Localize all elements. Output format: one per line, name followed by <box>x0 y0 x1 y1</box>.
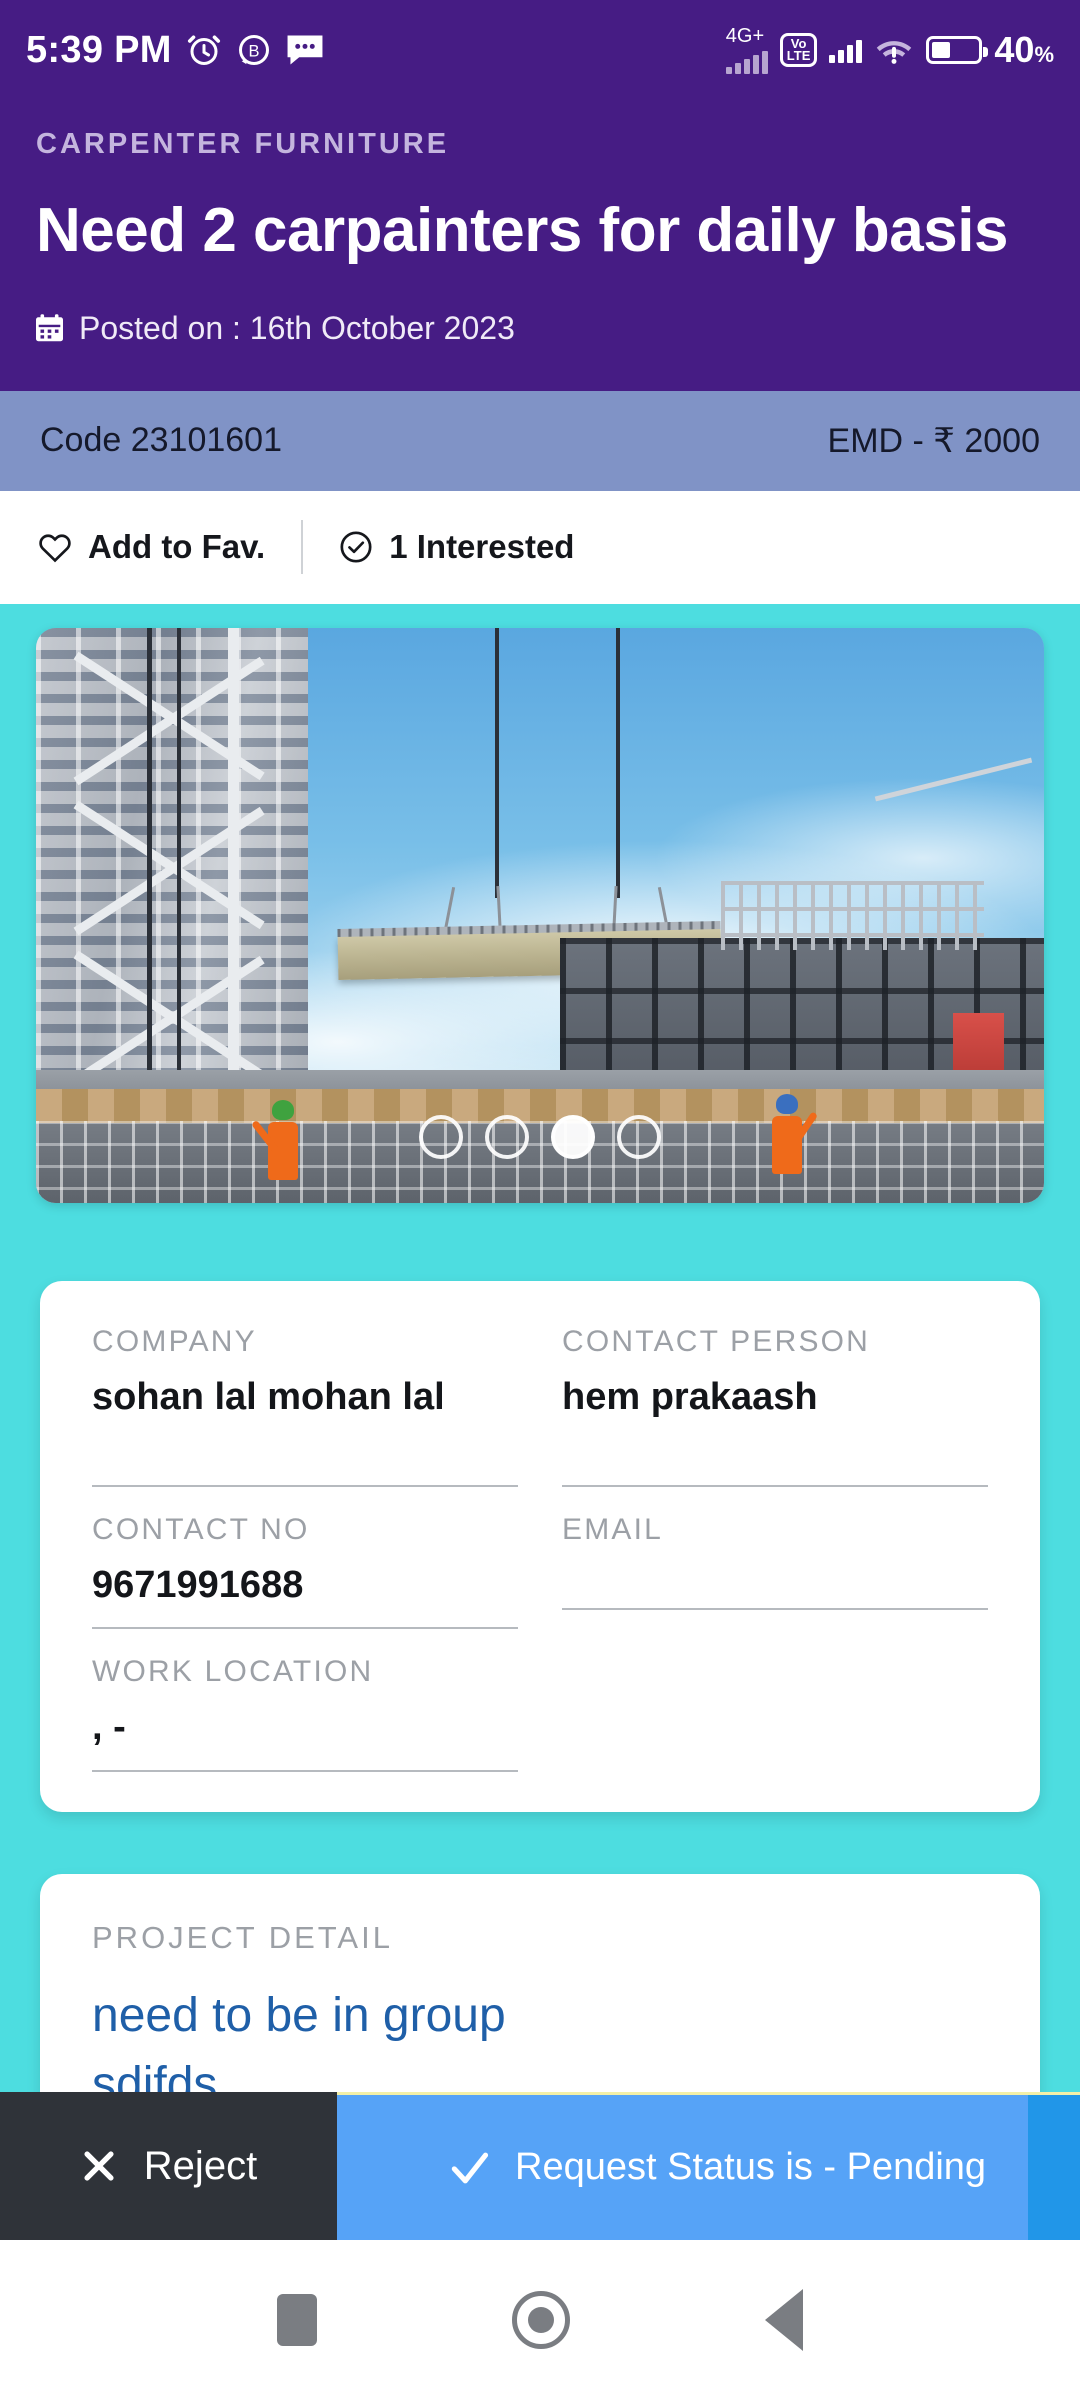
emd-amount: EMD - ₹ 2000 <box>827 421 1040 460</box>
reject-button[interactable]: Reject <box>0 2092 337 2240</box>
job-code: Code 23101601 <box>40 421 283 460</box>
svg-text:B: B <box>248 43 259 61</box>
email-field: EMAIL <box>540 1513 988 1630</box>
posted-on-row: Posted on : 16th October 2023 <box>36 310 1044 347</box>
request-status-button[interactable]: Request Status is - Pending <box>337 2092 1080 2240</box>
request-status-label: Request Status is - Pending <box>515 2146 987 2188</box>
heart-icon <box>39 534 71 563</box>
carousel-dots <box>36 1114 1044 1159</box>
triangle-back-icon[interactable] <box>764 2289 803 2351</box>
status-bar-left: 5:39 PM B <box>26 29 324 72</box>
volte-bottom: LTE <box>786 48 811 63</box>
info-row-1: COMPANY sohan lal mohan lal CONTACT PERS… <box>92 1325 988 1487</box>
contact-no-label: CONTACT NO <box>92 1512 310 1546</box>
calendar-icon <box>36 313 63 341</box>
company-field: COMPANY sohan lal mohan lal <box>92 1325 540 1487</box>
project-detail-line-1: need to be in group <box>92 1988 506 2042</box>
job-category: CARPENTER FURNITURE <box>36 128 450 160</box>
reject-label: Reject <box>143 2143 258 2188</box>
work-location-field: WORK LOCATION , - <box>92 1655 540 1772</box>
square-icon[interactable] <box>277 2294 318 2346</box>
contact-person-label: CONTACT PERSON <box>562 1324 871 1358</box>
image-carousel-wrap <box>0 604 1080 1203</box>
contact-no-value: 9671991688 <box>92 1561 518 1630</box>
bluetooth-b-icon: B <box>238 35 269 65</box>
carousel-dot[interactable] <box>617 1114 661 1159</box>
battery-icon <box>926 36 989 64</box>
network-type-label: 4G+ <box>725 25 765 47</box>
signal-bars-sim1 <box>725 48 768 74</box>
alarm-icon <box>187 35 220 65</box>
message-icon <box>287 35 323 65</box>
android-nav-bar <box>0 2240 1080 2400</box>
add-to-fav-label: Add to Fav. <box>88 528 266 566</box>
fav-interested-bar: Add to Fav. 1 Interested <box>0 490 1080 604</box>
carousel-dot[interactable] <box>419 1114 463 1159</box>
code-emd-bar: Code 23101601 EMD - ₹ 2000 <box>0 390 1080 491</box>
info-empty-cell <box>540 1655 988 1772</box>
status-bar-right: 4G+ Vo LTE 40% <box>725 25 1054 74</box>
page-title: Need 2 carpainters for daily basis <box>36 196 1008 265</box>
volte-icon: Vo LTE <box>779 33 818 67</box>
image-carousel[interactable] <box>36 627 1044 1203</box>
contact-person-value: hem prakaash <box>562 1373 988 1487</box>
status-bar: 5:39 PM B 4G+ Vo LTE 40% <box>0 0 1080 100</box>
company-label: COMPANY <box>92 1324 257 1358</box>
check-icon <box>451 2152 489 2183</box>
work-location-label: WORK LOCATION <box>92 1655 374 1689</box>
job-header: CARPENTER FURNITURE Need 2 carpainters f… <box>0 100 1080 391</box>
add-to-fav-button[interactable]: Add to Fav. <box>38 528 265 566</box>
posted-on-text: Posted on : 16th October 2023 <box>79 309 515 346</box>
status-right-edge <box>1028 2095 1080 2240</box>
info-row-3: WORK LOCATION , - <box>92 1655 988 1772</box>
carousel-dot-active[interactable] <box>551 1114 595 1159</box>
fav-divider <box>301 520 304 575</box>
project-detail-label: PROJECT DETAIL <box>92 1919 393 1955</box>
check-circle-icon <box>340 531 372 563</box>
interested-count-label: 1 Interested <box>389 528 575 566</box>
wifi-warning-icon <box>877 41 912 64</box>
status-time: 5:39 PM <box>26 28 172 71</box>
carousel-dot[interactable] <box>485 1114 529 1159</box>
info-row-2: CONTACT NO 9671991688 EMAIL <box>92 1513 988 1630</box>
bottom-action-bar: Reject Request Status is - Pending <box>0 2092 1080 2240</box>
close-x-icon <box>84 2151 114 2181</box>
circle-icon[interactable] <box>511 2291 570 2349</box>
phone-screen: 5:39 PM B 4G+ Vo LTE 40% CARPENTER FURNI… <box>0 0 1080 2400</box>
interested-button[interactable]: 1 Interested <box>339 528 574 566</box>
contact-person-field: CONTACT PERSON hem prakaash <box>540 1325 988 1487</box>
email-label: EMAIL <box>562 1512 664 1546</box>
contact-no-field: CONTACT NO 9671991688 <box>92 1513 540 1630</box>
company-value: sohan lal mohan lal <box>92 1373 518 1487</box>
contact-info-card: COMPANY sohan lal mohan lal CONTACT PERS… <box>40 1280 1040 1812</box>
battery-percent: 40% <box>994 29 1054 70</box>
signal-bars-sim2 <box>829 37 863 63</box>
network-4g-group: 4G+ <box>725 25 768 74</box>
scaffolding <box>721 880 984 950</box>
work-location-value: , - <box>92 1703 518 1772</box>
email-value <box>562 1561 988 1610</box>
